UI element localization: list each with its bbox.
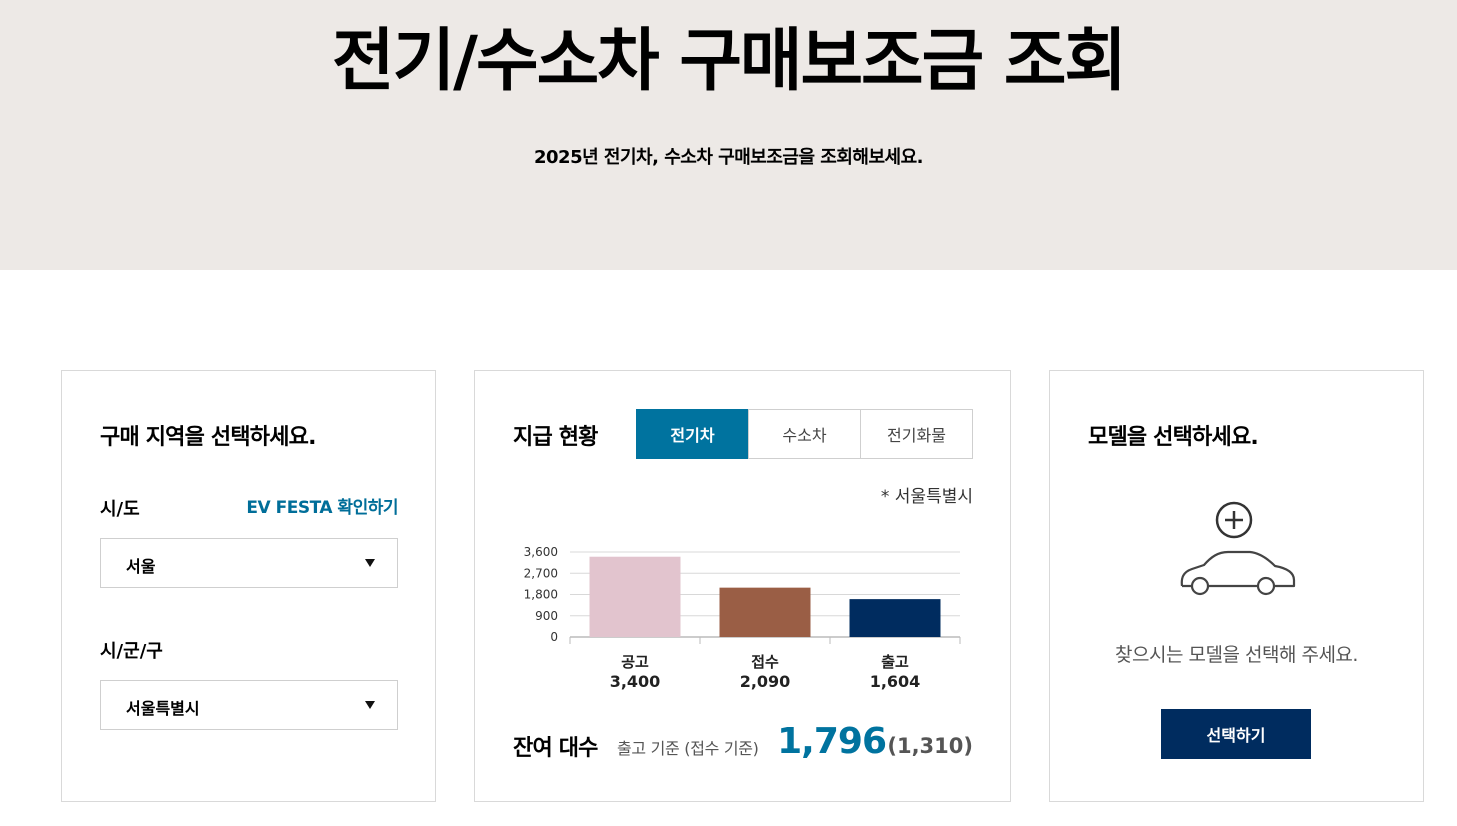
remaining-count-received: (1,310)	[887, 734, 973, 758]
region-note: * 서울특별시	[880, 487, 973, 507]
model-placeholder[interactable]	[1178, 496, 1298, 596]
status-card-title: 지급 현황	[513, 425, 598, 450]
value-label: 2,090	[740, 672, 791, 691]
value-label: 3,400	[610, 672, 661, 691]
sigungu-select[interactable]: 서울특별시	[100, 680, 398, 730]
model-card-title: 모델을 선택하세요.	[1088, 425, 1259, 450]
category-label: 공고	[621, 653, 649, 671]
triangle-down-icon	[365, 559, 375, 567]
car-icon	[1180, 550, 1296, 596]
page-subtitle: 2025년 전기차, 수소차 구매보조금을 조회해보세요.	[534, 147, 923, 168]
y-tick-label: 1,800	[524, 588, 558, 602]
y-tick-label: 3,600	[524, 545, 558, 559]
select-model-button[interactable]: 선택하기	[1161, 709, 1311, 759]
sigungu-label: 시/군/구	[100, 641, 163, 662]
subsidy-bar-chart: 0 900 1,800 2,700 3,600 공고3,400 접수2,090 출고1,604	[524, 545, 961, 691]
region-card-title: 구매 지역을 선택하세요.	[100, 425, 316, 450]
sido-label: 시/도	[100, 499, 140, 520]
y-tick-label: 2,700	[524, 566, 558, 580]
y-tick-label: 0	[550, 630, 558, 644]
ev-festa-link[interactable]: EV FESTA 확인하기	[246, 493, 398, 518]
status-card: 지급 현황 전기차 수소차 전기화물 * 서울특별시 0 900 1,800 2,70…	[474, 370, 1011, 802]
triangle-down-icon	[365, 701, 375, 709]
model-card: 모델을 선택하세요. 찾으시는 모델을 선택해 주세요. 선택하기	[1049, 370, 1424, 802]
tab-ev[interactable]: 전기차	[636, 409, 749, 459]
bar	[719, 587, 811, 637]
tab-electric-truck[interactable]: 전기화물	[860, 409, 973, 459]
category-label: 접수	[751, 653, 779, 671]
tab-hydrogen[interactable]: 수소차	[748, 409, 861, 459]
sigungu-select-value: 서울특별시	[126, 699, 200, 718]
category-label: 출고	[881, 653, 909, 671]
remaining-label: 잔여 대수	[513, 736, 598, 761]
model-prompt: 찾으시는 모델을 선택해 주세요.	[1115, 644, 1358, 666]
bar	[589, 556, 681, 637]
region-card: 구매 지역을 선택하세요. 시/도 EV FESTA 확인하기 서울 시/군/구…	[61, 370, 436, 802]
sido-select-value: 서울	[126, 557, 156, 576]
hero-banner: 전기/수소차 구매보조금 조회 2025년 전기차, 수소차 구매보조금을 조회…	[0, 0, 1457, 270]
remaining-count: 1,796	[777, 721, 887, 762]
plus-circle-icon	[1215, 501, 1253, 539]
y-tick-label: 900	[535, 609, 558, 623]
sido-select[interactable]: 서울	[100, 538, 398, 588]
remaining-basis: 출고 기준 (접수 기준)	[617, 739, 759, 758]
vehicle-type-tabs: 전기차 수소차 전기화물	[636, 409, 973, 459]
value-label: 1,604	[870, 672, 921, 691]
page-title: 전기/수소차 구매보조금 조회	[332, 22, 1127, 101]
bar	[849, 599, 941, 637]
